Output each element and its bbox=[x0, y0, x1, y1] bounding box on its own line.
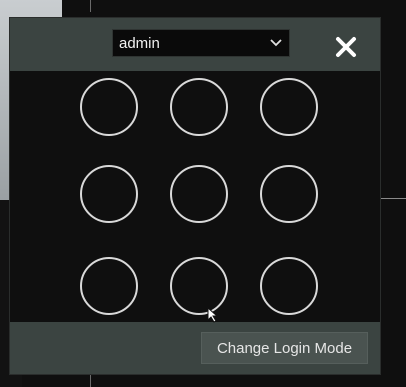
user-select-value: admin bbox=[119, 34, 160, 52]
pattern-dot[interactable] bbox=[80, 165, 138, 223]
dialog-header: admin bbox=[10, 18, 380, 71]
close-icon bbox=[336, 37, 356, 57]
pattern-grid bbox=[10, 71, 380, 322]
pattern-dot[interactable] bbox=[260, 165, 318, 223]
change-login-mode-button[interactable]: Change Login Mode bbox=[201, 332, 368, 364]
mouse-pointer-icon bbox=[207, 306, 219, 323]
background-grid-line bbox=[380, 198, 406, 199]
pattern-dot[interactable] bbox=[170, 165, 228, 223]
user-select[interactable]: admin bbox=[112, 29, 290, 57]
pattern-dot[interactable] bbox=[80, 257, 138, 315]
pattern-dot[interactable] bbox=[170, 78, 228, 136]
background-grid-line bbox=[90, 372, 91, 387]
pattern-dot[interactable] bbox=[260, 257, 318, 315]
close-button[interactable] bbox=[332, 33, 360, 61]
pattern-dot[interactable] bbox=[80, 78, 138, 136]
chevron-down-icon bbox=[269, 36, 283, 50]
background-grid-line bbox=[90, 0, 91, 12]
pattern-dot[interactable] bbox=[260, 78, 318, 136]
pattern-login-dialog: admin Change Login Mode bbox=[10, 18, 380, 374]
dialog-footer: Change Login Mode bbox=[10, 322, 380, 374]
